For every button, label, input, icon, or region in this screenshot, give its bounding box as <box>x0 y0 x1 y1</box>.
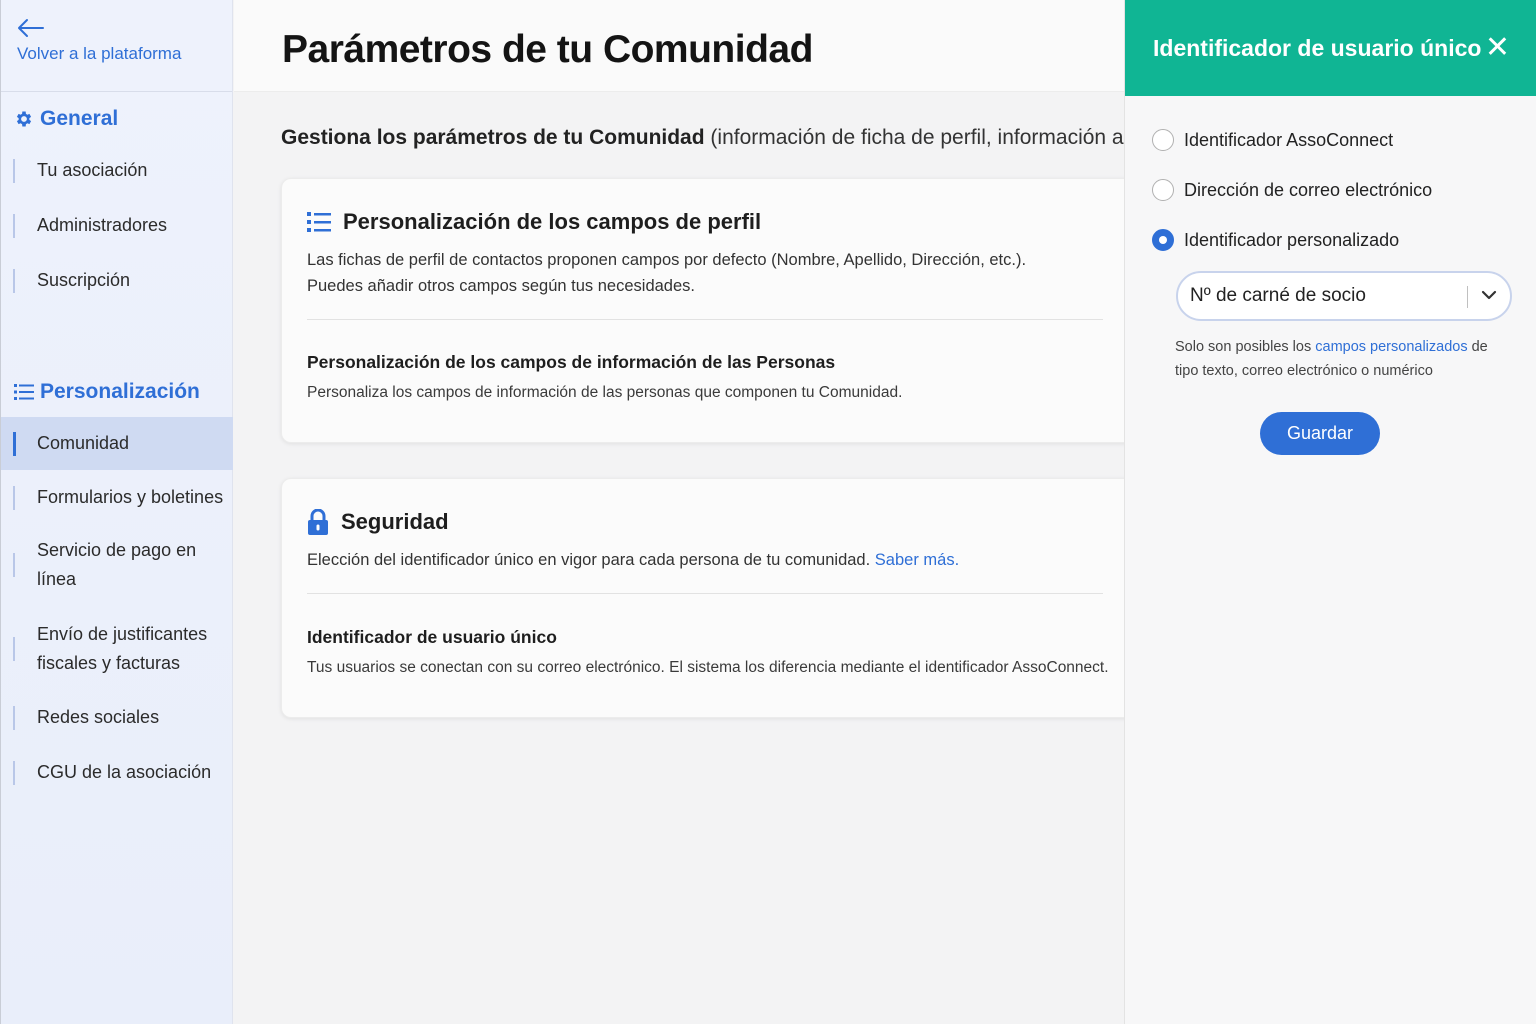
sidebar-item-formularios[interactable]: Formularios y boletines <box>1 483 233 512</box>
divider <box>307 593 1103 594</box>
sidebar-item-justificantes[interactable]: Envío de justificantes fiscales y factur… <box>1 620 221 678</box>
option-email-address[interactable]: Dirección de correo electrónico <box>1152 179 1432 201</box>
option-label: Dirección de correo electrónico <box>1184 179 1433 200</box>
custom-field-select[interactable]: Nº de carné de socio <box>1176 271 1512 321</box>
profile-fields-description: Las fichas de perfil de contactos propon… <box>307 247 1026 299</box>
unique-identifier-link[interactable]: Identificador de usuario único <box>307 627 557 648</box>
sidebar-item-comunidad[interactable]: Comunidad <box>1 417 233 470</box>
persons-fields-description: Personaliza los campos de información de… <box>307 384 903 401</box>
profile-fields-card: Personalización de los campos de perfil … <box>281 178 1141 443</box>
sidebar-item-servicio-pago[interactable]: Servicio de pago en línea <box>1 536 221 594</box>
back-label: Volver a la plataforma <box>17 44 182 63</box>
arrow-left-icon <box>18 19 44 37</box>
profile-fields-title: Personalización de los campos de perfil <box>343 209 762 234</box>
section-title-personalizacion: Personalización <box>40 380 200 403</box>
list-icon <box>14 384 34 400</box>
profile-fields-card-header: Personalización de los campos de perfil <box>307 209 761 235</box>
sidebar-item-tu-asociacion[interactable]: Tu asociación <box>1 156 233 185</box>
radio-button[interactable] <box>1152 179 1174 201</box>
gear-icon <box>16 111 32 127</box>
save-button[interactable]: Guardar <box>1260 412 1380 455</box>
unique-identifier-description: Tus usuarios se conectan con su correo e… <box>307 659 1109 676</box>
persons-fields-link[interactable]: Personalización de los campos de informa… <box>307 352 835 373</box>
close-icon[interactable]: ✕ <box>1485 33 1510 63</box>
custom-fields-link[interactable]: campos personalizados <box>1315 339 1467 355</box>
page-subtitle: Gestiona los parámetros de tu Comunidad … <box>281 126 1124 150</box>
custom-field-info: Solo son posibles los campos personaliza… <box>1175 335 1505 383</box>
radio-button[interactable] <box>1152 129 1174 151</box>
security-card: Seguridad Elección del identificador úni… <box>281 478 1141 718</box>
panel-header: Identificador de usuario único ✕ <box>1125 0 1536 96</box>
security-desc-text: Elección del identificador único en vigo… <box>307 551 875 569</box>
subtitle-rest: (información de ficha de perfil, informa… <box>710 126 1124 149</box>
sidebar-item-cgu[interactable]: CGU de la asociación <box>1 758 233 787</box>
list-icon <box>307 212 331 232</box>
info-text-before: Solo son posibles los <box>1175 339 1316 355</box>
radio-button-checked[interactable] <box>1152 229 1174 251</box>
profile-fields-desc-line2: Puedes añadir otros campos según tus nec… <box>307 277 695 295</box>
sidebar-item-redes-sociales[interactable]: Redes sociales <box>1 703 233 732</box>
page-title: Parámetros de tu Comunidad <box>282 28 813 71</box>
page-header: Parámetros de tu Comunidad <box>234 0 1124 92</box>
sidebar-section-personalizacion: Personalización <box>1 380 200 404</box>
learn-more-link[interactable]: Saber más. <box>875 551 959 569</box>
subtitle-bold: Gestiona los parámetros de tu Comunidad <box>281 126 705 149</box>
option-label: Identificador AssoConnect <box>1184 129 1394 150</box>
lock-icon <box>308 509 328 535</box>
option-label: Identificador personalizado <box>1184 229 1400 250</box>
back-to-platform-link[interactable]: Volver a la plataforma <box>1 0 232 92</box>
sidebar: Volver a la plataforma General Tu asocia… <box>0 0 233 1024</box>
select-separator <box>1467 286 1468 308</box>
option-custom-identifier[interactable]: Identificador personalizado <box>1152 229 1399 251</box>
unique-identifier-panel: Identificador de usuario único ✕ Identif… <box>1124 0 1536 1024</box>
divider <box>307 319 1103 320</box>
chevron-down-icon[interactable] <box>1480 286 1498 304</box>
section-title-general: General <box>40 107 119 130</box>
option-assoconnect-identifier[interactable]: Identificador AssoConnect <box>1152 129 1393 151</box>
select-value: Nº de carné de socio <box>1190 285 1366 306</box>
sidebar-section-general: General <box>1 107 118 131</box>
sidebar-item-administradores[interactable]: Administradores <box>1 211 233 240</box>
panel-title: Identificador de usuario único <box>1153 34 1482 61</box>
sidebar-item-suscripcion[interactable]: Suscripción <box>1 266 233 295</box>
security-card-header: Seguridad <box>307 509 449 535</box>
security-title: Seguridad <box>341 509 449 534</box>
security-description: Elección del identificador único en vigo… <box>307 547 959 573</box>
profile-fields-desc-line1: Las fichas de perfil de contactos propon… <box>307 251 1027 269</box>
